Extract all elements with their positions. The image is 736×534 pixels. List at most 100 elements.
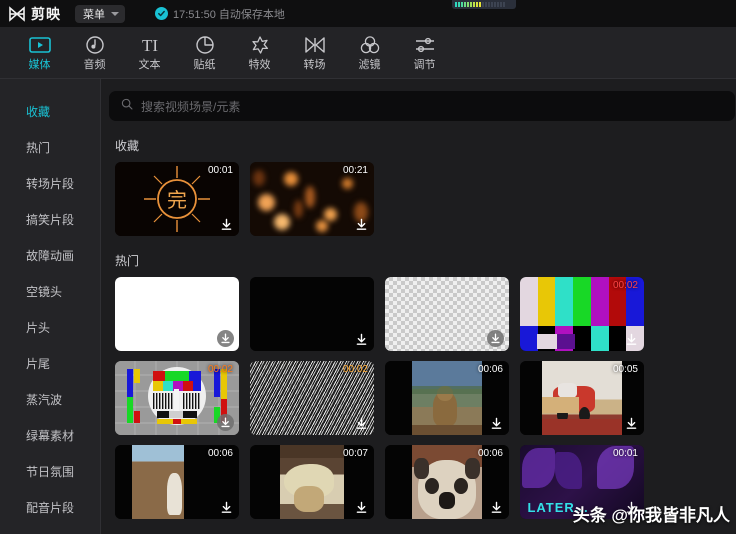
sidebar-item-label: 绿幕素材: [26, 428, 75, 443]
tab-filter-label: 滤镜: [358, 59, 381, 71]
download-icon[interactable]: [354, 332, 369, 347]
effects-star-icon: [250, 34, 270, 56]
hot-grid: 00:02 00:02 00:02 00:06 00:05 00:06 00:0…: [109, 277, 736, 519]
download-icon[interactable]: [489, 416, 504, 431]
sidebar-item-label: 空镜头: [26, 284, 63, 299]
sidebar-item-vaporwave[interactable]: 蒸汽波: [0, 381, 100, 417]
thumbnail-beach-dog: [132, 445, 185, 519]
media-duration: 00:01: [207, 165, 233, 176]
text-ti-icon: TI: [137, 34, 163, 56]
tool-tabs: 媒体 音频 TI 文本 贴纸 特效 转场 滤镜 调节: [0, 27, 736, 79]
tab-effects[interactable]: 特效: [232, 28, 287, 78]
check-circle-icon: [155, 7, 168, 20]
media-duration: 00:06: [477, 364, 503, 375]
media-card[interactable]: 00:02: [115, 361, 239, 435]
download-icon[interactable]: [624, 416, 639, 431]
tab-sticker[interactable]: 贴纸: [177, 28, 232, 78]
tab-transition-label: 转场: [303, 59, 326, 71]
tab-adjust[interactable]: 调节: [397, 28, 452, 78]
search-bar[interactable]: 搜索视频场景/元素: [109, 91, 735, 121]
media-card[interactable]: 00:21: [250, 162, 374, 236]
tab-media[interactable]: 媒体: [12, 28, 67, 78]
tab-text-label: 文本: [138, 59, 161, 71]
jianying-window: 剪映 菜单 17:51:50 自动保存本地 媒体 音频 TI 文本 贴纸 特效 …: [0, 0, 736, 534]
media-card[interactable]: 00:02: [520, 277, 644, 351]
media-duration: 00:21: [342, 165, 368, 176]
media-card[interactable]: [250, 277, 374, 351]
media-duration: 00:06: [477, 448, 503, 459]
media-duration: 00:07: [342, 448, 368, 459]
sidebar-item-funny-clips[interactable]: 搞笑片段: [0, 201, 100, 237]
sidebar-item-transition-clips[interactable]: 转场片段: [0, 165, 100, 201]
media-duration: 00:01: [612, 448, 638, 459]
sidebar-item-greenscreen[interactable]: 绿幕素材: [0, 417, 100, 453]
sidebar-item-label: 收藏: [26, 104, 51, 119]
sidebar-item-label: 蒸汽波: [26, 392, 63, 407]
sidebar-item-label: 转场片段: [26, 176, 75, 191]
media-card[interactable]: [385, 277, 509, 351]
download-icon[interactable]: [219, 500, 234, 515]
autosave-status: 17:51:50 自动保存本地: [155, 6, 285, 22]
sidebar-item-label: 片尾: [26, 356, 51, 371]
download-icon[interactable]: [354, 500, 369, 515]
download-icon[interactable]: [624, 332, 639, 347]
media-card[interactable]: 00:06: [385, 361, 509, 435]
sidebar-item-label: 节日氛围: [26, 464, 75, 479]
download-icon[interactable]: [354, 416, 369, 431]
media-card[interactable]: 00:05: [520, 361, 644, 435]
tab-transition[interactable]: 转场: [287, 28, 342, 78]
sidebar-item-favorites[interactable]: 收藏: [0, 93, 100, 129]
sidebar-item-label: 片头: [26, 320, 51, 335]
section-title-favorites: 收藏: [115, 139, 140, 153]
media-card[interactable]: [115, 277, 239, 351]
sidebar-item-empty-shot[interactable]: 空镜头: [0, 273, 100, 309]
download-icon[interactable]: [489, 500, 504, 515]
download-icon[interactable]: [217, 414, 234, 431]
tab-audio[interactable]: 音频: [67, 28, 122, 78]
sidebar-item-glitch-animation[interactable]: 故障动画: [0, 237, 100, 273]
app-title: 剪映: [31, 5, 61, 22]
media-card[interactable]: 00:07: [250, 445, 374, 519]
category-sidebar: 收藏 热门 转场片段 搞笑片段 故障动画 空镜头 片头 片尾 蒸汽波 绿幕素材 …: [0, 79, 101, 534]
adjust-sliders-icon: [414, 34, 436, 56]
sidebar-item-dubbing-clips[interactable]: 配音片段: [0, 489, 100, 525]
svg-text:TI: TI: [141, 36, 157, 54]
transition-bowtie-icon: [304, 34, 326, 56]
sidebar-item-ending[interactable]: 片尾: [0, 345, 100, 381]
sidebar-item-label: 故障动画: [26, 248, 75, 263]
media-card[interactable]: 00:06: [115, 445, 239, 519]
media-card[interactable]: 00:06: [385, 445, 509, 519]
sidebar-item-label: 热门: [26, 140, 51, 155]
sticker-icon: [195, 34, 215, 56]
tab-sticker-label: 贴纸: [193, 59, 216, 71]
audio-note-icon: [85, 34, 105, 56]
sidebar-item-festival[interactable]: 节日氛围: [0, 453, 100, 489]
download-icon[interactable]: [217, 330, 234, 347]
tab-filter[interactable]: 滤镜: [342, 28, 397, 78]
menu-button[interactable]: 菜单: [75, 4, 125, 23]
sidebar-item-opening[interactable]: 片头: [0, 309, 100, 345]
media-duration: 00:02: [612, 280, 638, 291]
section-title-hot: 热门: [115, 254, 140, 268]
svg-text:完: 完: [167, 189, 187, 212]
search-icon: [121, 97, 133, 115]
media-duration: 00:06: [207, 448, 233, 459]
media-card[interactable]: 完 00:01: [115, 162, 239, 236]
tab-audio-label: 音频: [83, 59, 106, 71]
download-icon[interactable]: [219, 217, 234, 232]
media-browser: 搜索视频场景/元素 收藏 完 00:01 00:21 热门 00:02 00:0…: [101, 79, 736, 534]
media-duration: 00:02: [342, 364, 368, 375]
media-duration: 00:05: [612, 364, 638, 375]
chevron-down-icon: [111, 11, 119, 16]
search-input[interactable]: 搜索视频场景/元素: [141, 98, 240, 115]
media-duration: 00:02: [207, 364, 233, 375]
jianying-logo-icon: [8, 5, 26, 23]
favorites-grid: 完 00:01 00:21: [109, 162, 736, 236]
download-icon[interactable]: [354, 217, 369, 232]
sidebar-item-hot[interactable]: 热门: [0, 129, 100, 165]
watermark: 头条 @你我皆非凡人: [572, 506, 730, 525]
download-icon[interactable]: [487, 330, 504, 347]
tab-text[interactable]: TI 文本: [122, 28, 177, 78]
media-card[interactable]: 00:02: [250, 361, 374, 435]
media-play-icon: [28, 34, 51, 56]
